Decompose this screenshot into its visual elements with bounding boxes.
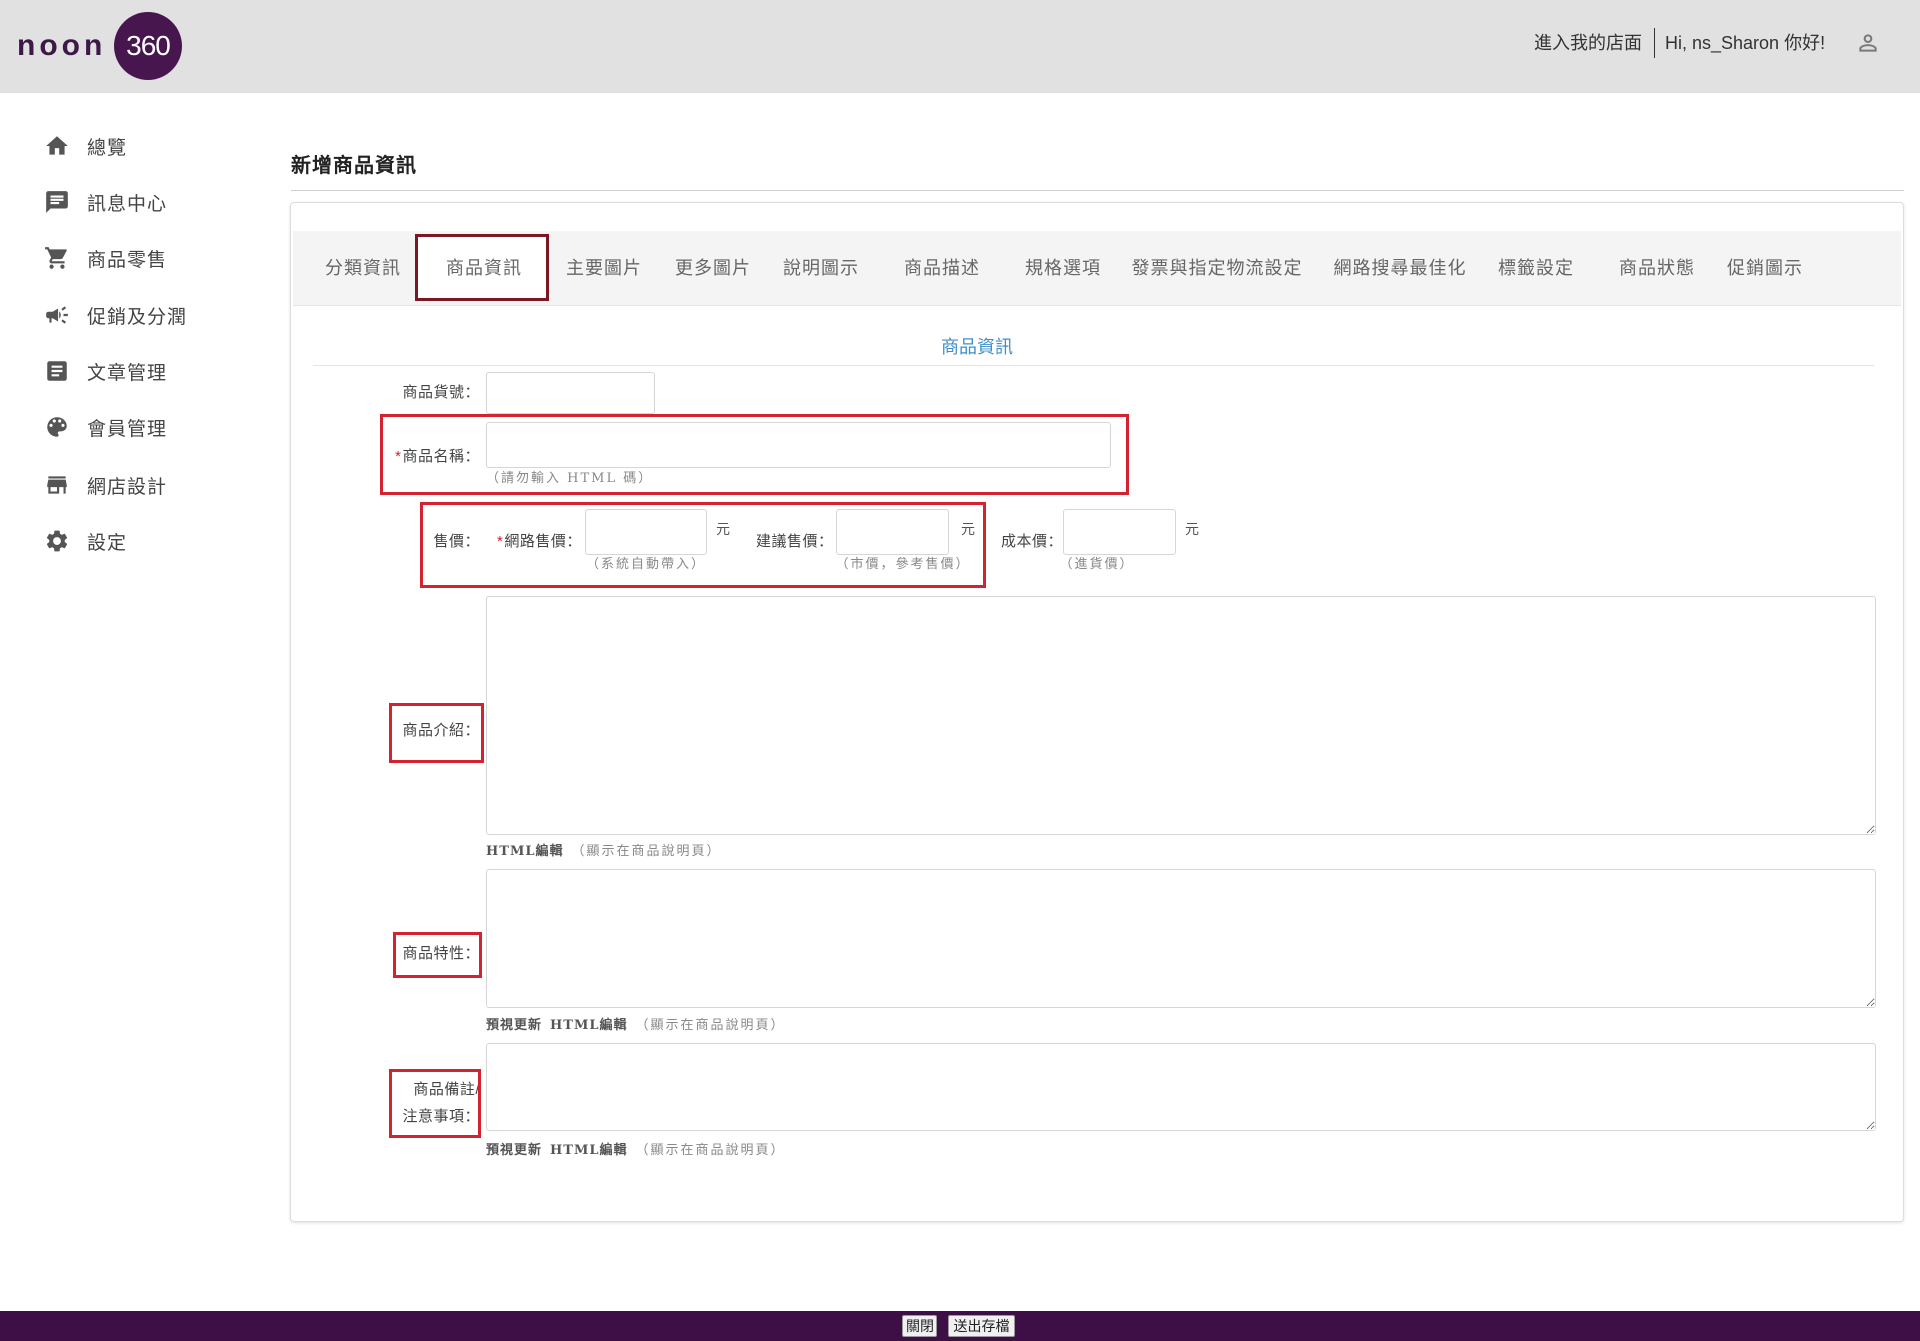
home-icon bbox=[46, 136, 68, 155]
online-price-label: *網路售價： bbox=[497, 532, 582, 552]
product-name-input[interactable] bbox=[486, 422, 1111, 468]
logo[interactable]: noon 360 bbox=[17, 12, 187, 80]
sidebar-item-label: 網店設計 bbox=[87, 476, 168, 498]
user-greeting: Hi, ns_Sharon 你好! bbox=[1665, 33, 1826, 53]
logo-word: noon bbox=[17, 29, 107, 62]
article-icon bbox=[47, 361, 67, 381]
price-label: 售價： bbox=[433, 533, 480, 550]
required-mark: * bbox=[395, 448, 402, 465]
sidebar-item-settings[interactable]: 設定 bbox=[44, 521, 244, 561]
tab-seo[interactable]: 網路搜尋最佳化 bbox=[1334, 256, 1467, 280]
features-html-edit-button[interactable]: HTML編輯 bbox=[550, 1017, 628, 1035]
sidebar-item-label: 會員管理 bbox=[87, 418, 168, 440]
close-button[interactable]: 關閉 bbox=[902, 1315, 937, 1337]
intro-hint-row: HTML編輯 （顯示在商品說明頁） bbox=[486, 843, 722, 861]
suggested-price-unit: 元 bbox=[961, 521, 975, 537]
sidebar-item-label: 總覽 bbox=[87, 137, 128, 159]
chat-icon bbox=[46, 191, 68, 213]
notes-hint: （顯示在商品說明頁） bbox=[635, 1143, 786, 1158]
features-textarea[interactable] bbox=[486, 869, 1876, 1008]
logo-badge: 360 bbox=[114, 12, 182, 80]
notes-textarea[interactable] bbox=[486, 1043, 1876, 1131]
tab-invoice-logistics[interactable]: 發票與指定物流設定 bbox=[1132, 256, 1303, 280]
palette-icon bbox=[47, 417, 67, 437]
notes-label-line2: 注意事項： bbox=[402, 1108, 480, 1125]
product-name-label-text: 商品名稱： bbox=[402, 448, 480, 465]
tab-product-status[interactable]: 商品狀態 bbox=[1619, 256, 1695, 280]
sidebar-item-overview[interactable]: 總覽 bbox=[44, 126, 244, 166]
required-mark: * bbox=[497, 533, 504, 550]
sidebar-item-label: 設定 bbox=[87, 532, 128, 554]
sidebar-item-promotions[interactable]: 促銷及分潤 bbox=[44, 295, 244, 335]
sidebar-item-members[interactable]: 會員管理 bbox=[44, 407, 244, 447]
cart-icon bbox=[45, 247, 67, 269]
store-icon bbox=[47, 476, 67, 494]
sidebar-item-label: 訊息中心 bbox=[87, 193, 168, 215]
product-name-hint: （請勿輸入 HTML 碼） bbox=[486, 471, 654, 486]
sidebar-item-articles[interactable]: 文章管理 bbox=[44, 351, 244, 391]
cost-price-hint: （進貨價） bbox=[1059, 557, 1135, 572]
user-icon[interactable] bbox=[1855, 30, 1881, 56]
tab-product-info[interactable]: 商品資訊 bbox=[446, 256, 522, 280]
section-divider bbox=[313, 365, 1874, 366]
features-hint: （顯示在商品說明頁） bbox=[635, 1018, 786, 1033]
features-label: 商品特性： bbox=[402, 945, 480, 962]
tab-category-info[interactable]: 分類資訊 bbox=[325, 256, 401, 280]
intro-textarea[interactable] bbox=[486, 596, 1876, 835]
sidebar-item-store-design[interactable]: 網店設計 bbox=[44, 465, 244, 505]
gear-icon bbox=[46, 530, 68, 552]
sku-input[interactable] bbox=[486, 372, 655, 414]
tab-spec-options[interactable]: 規格選項 bbox=[1025, 256, 1101, 280]
section-title: 商品資訊 bbox=[941, 337, 1013, 357]
suggested-price-label: 建議售價： bbox=[756, 533, 834, 550]
sidebar-item-retail[interactable]: 商品零售 bbox=[44, 238, 244, 278]
tab-description-icons[interactable]: 說明圖示 bbox=[783, 256, 859, 280]
top-header: noon 360 進入我的店面 Hi, ns_Sharon 你好! bbox=[0, 0, 1920, 93]
submit-button[interactable]: 送出存檔 bbox=[948, 1315, 1015, 1337]
sidebar-item-label: 促銷及分潤 bbox=[87, 306, 188, 328]
product-name-label: *商品名稱： bbox=[395, 447, 480, 467]
cost-price-label: 成本價： bbox=[1001, 533, 1064, 550]
tab-more-images[interactable]: 更多圖片 bbox=[675, 256, 751, 280]
cost-price-unit: 元 bbox=[1185, 521, 1199, 537]
sidebar-item-label: 商品零售 bbox=[87, 249, 168, 271]
online-price-hint: （系統自動帶入） bbox=[585, 557, 707, 572]
online-price-label-text: 網路售價： bbox=[504, 533, 582, 550]
tab-tag-settings[interactable]: 標籤設定 bbox=[1498, 256, 1574, 280]
sidebar-item-label: 文章管理 bbox=[87, 362, 168, 384]
tab-main-images[interactable]: 主要圖片 bbox=[566, 256, 642, 280]
features-hint-row: 預視更新 HTML編輯 （顯示在商品說明頁） bbox=[486, 1017, 786, 1035]
notes-label-line1: 商品備註/ bbox=[413, 1081, 480, 1098]
page-title: 新增商品資訊 bbox=[291, 155, 417, 177]
notes-html-edit-button[interactable]: HTML編輯 bbox=[550, 1142, 628, 1160]
notes-preview-button[interactable]: 預視更新 bbox=[486, 1142, 542, 1160]
tab-product-description[interactable]: 商品描述 bbox=[904, 256, 980, 280]
online-price-input[interactable] bbox=[585, 509, 707, 555]
features-preview-button[interactable]: 預視更新 bbox=[486, 1017, 542, 1035]
intro-hint: （顯示在商品說明頁） bbox=[571, 844, 722, 859]
tab-promo-icons[interactable]: 促銷圖示 bbox=[1727, 256, 1803, 280]
suggested-price-hint: （市價，參考售價） bbox=[835, 557, 971, 572]
intro-label: 商品介紹： bbox=[402, 722, 480, 739]
online-price-unit: 元 bbox=[716, 521, 730, 537]
megaphone-icon bbox=[46, 306, 68, 324]
title-divider bbox=[291, 190, 1904, 191]
store-link[interactable]: 進入我的店面 bbox=[1534, 31, 1642, 55]
intro-html-edit-button[interactable]: HTML編輯 bbox=[486, 843, 564, 861]
sidebar-item-messages[interactable]: 訊息中心 bbox=[44, 182, 244, 222]
cost-price-input[interactable] bbox=[1063, 509, 1176, 555]
notes-hint-row: 預視更新 HTML編輯 （顯示在商品說明頁） bbox=[486, 1142, 786, 1160]
suggested-price-input[interactable] bbox=[836, 509, 949, 555]
header-divider bbox=[1654, 28, 1655, 58]
sku-label: 商品貨號： bbox=[402, 384, 480, 401]
